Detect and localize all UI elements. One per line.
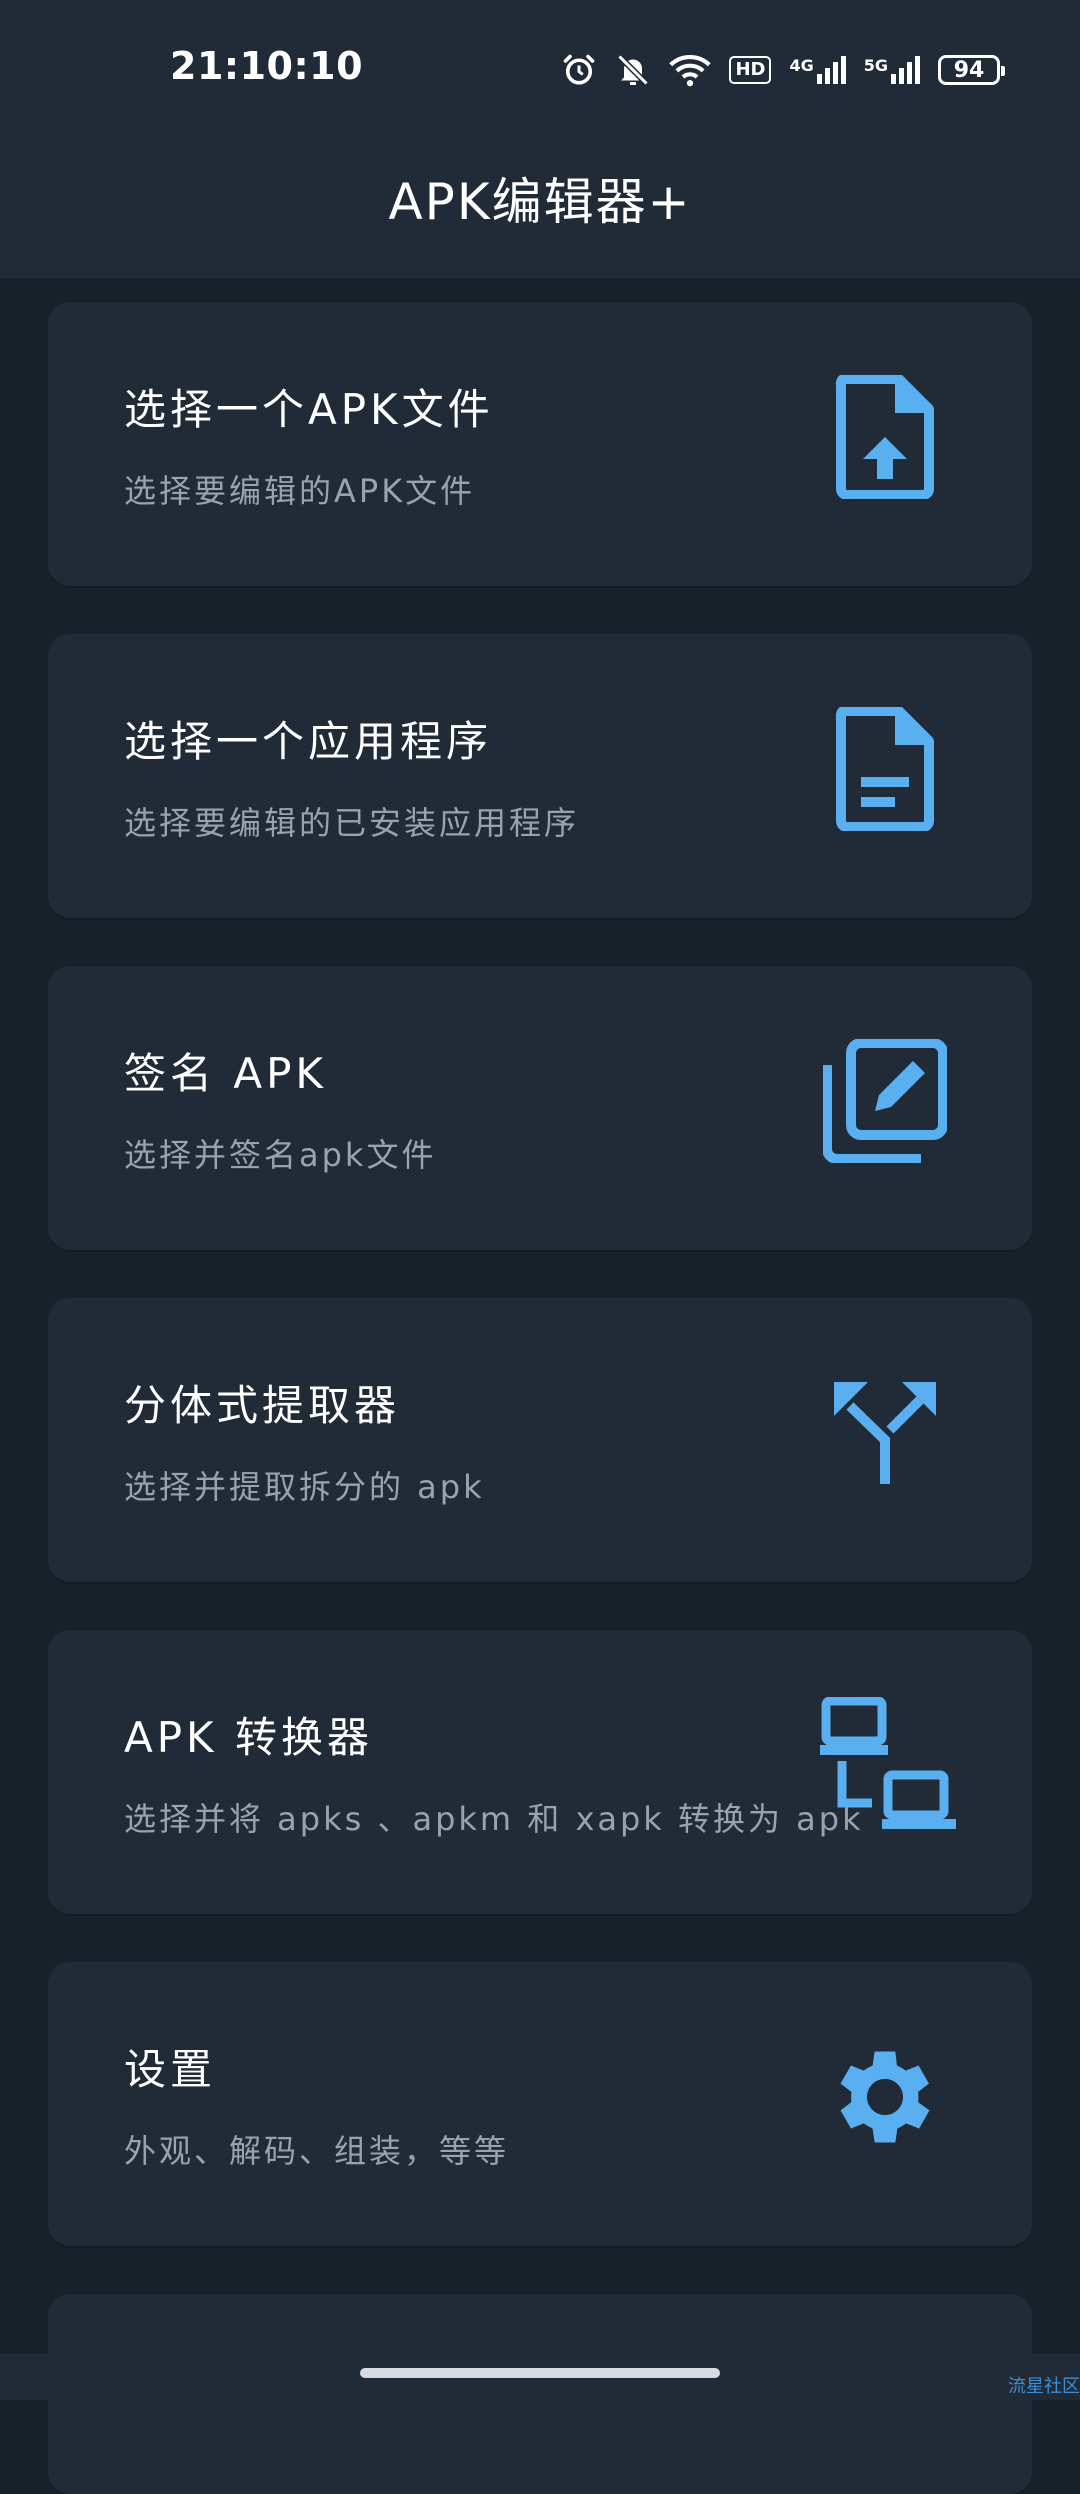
card-subtitle: 选择并将 apks 、apkm 和 xapk 转换为 apk <box>124 1800 864 1838</box>
hd-icon: HD <box>729 56 772 84</box>
card-subtitle: 外观、解码、组装，等等 <box>124 2132 510 2170</box>
card-title: 签名 APK <box>124 1049 327 1098</box>
navigation-bar: 流星社区 <box>0 2354 1080 2400</box>
card-sign-apk[interactable]: 签名 APK 选择并签名apk文件 <box>48 966 1032 1250</box>
card-title: 分体式提取器 <box>124 1381 401 1430</box>
convert-devices-icon <box>818 1697 958 1830</box>
4g-label: 4G <box>789 56 814 75</box>
card-title: APK 转换器 <box>124 1713 373 1762</box>
edit-copy-icon <box>820 1036 950 1166</box>
card-title: 选择一个APK文件 <box>124 385 494 434</box>
watermark: 流星社区 <box>1008 2376 1080 2397</box>
battery-level: 94 <box>953 57 985 83</box>
split-arrows-icon <box>820 1368 950 1498</box>
card-settings[interactable]: 设置 外观、解码、组装，等等 <box>48 1962 1032 2246</box>
card-subtitle: 选择要编辑的已安装应用程序 <box>124 804 580 842</box>
4g-signal-icon: 4G <box>789 56 846 84</box>
alarm-icon <box>564 54 595 85</box>
card-apk-converter[interactable]: APK 转换器 选择并将 apks 、apkm 和 xapk 转换为 apk <box>48 1630 1032 1914</box>
app-bar: APK编辑器+ <box>0 138 1080 278</box>
home-gesture-handle[interactable] <box>360 2368 720 2378</box>
card-title: 设置 <box>124 2045 217 2094</box>
mute-icon <box>617 54 650 86</box>
card-title: 选择一个应用程序 <box>124 717 493 766</box>
status-icons: HD 4G 5G 94 <box>561 48 1005 92</box>
document-icon <box>820 704 950 834</box>
card-split-extractor[interactable]: 分体式提取器 选择并提取拆分的 apk <box>48 1298 1032 1582</box>
5g-label: 5G <box>863 56 888 75</box>
card-subtitle: 选择要编辑的APK文件 <box>124 472 476 510</box>
wifi-icon <box>669 54 712 87</box>
battery-indicator: 94 <box>938 55 1005 85</box>
action-list: 选择一个APK文件 选择要编辑的APK文件 选择一个应用程序 选择要编辑的已安装… <box>48 302 1032 2494</box>
status-bar: 21:10:10 HD 4G 5G 94 <box>0 0 1080 138</box>
card-select-apk-file[interactable]: 选择一个APK文件 选择要编辑的APK文件 <box>48 302 1032 586</box>
card-subtitle: 选择并提取拆分的 apk <box>124 1468 485 1506</box>
gear-icon <box>820 2032 950 2162</box>
5g-signal-icon: 5G <box>864 56 920 84</box>
card-select-app[interactable]: 选择一个应用程序 选择要编辑的已安装应用程序 <box>48 634 1032 918</box>
status-time: 21:10:10 <box>170 44 364 88</box>
card-subtitle: 选择并签名apk文件 <box>124 1136 437 1174</box>
page-title: APK编辑器+ <box>388 173 692 231</box>
file-upload-icon <box>820 372 950 502</box>
